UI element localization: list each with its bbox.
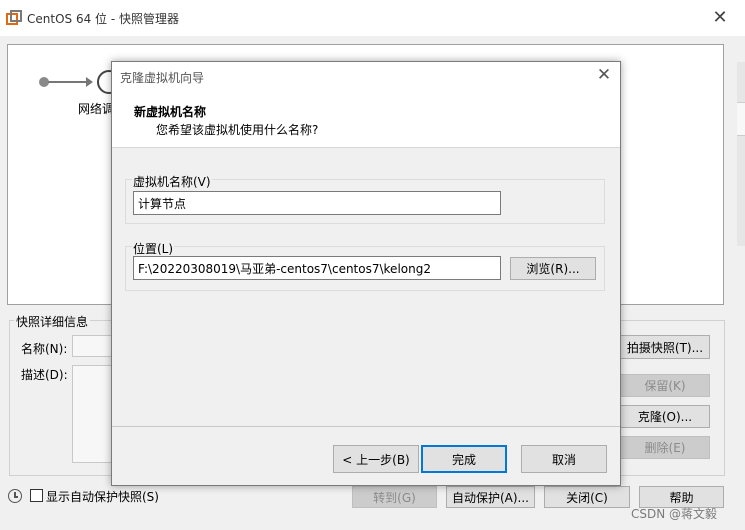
location-label: 位置(L) — [132, 240, 175, 257]
snapshot-details-legend: 快照详细信息 — [14, 313, 91, 330]
snapshot-node-label[interactable]: 网络调 — [78, 100, 114, 117]
clock-hand — [14, 496, 18, 498]
timeline-arrow-icon — [86, 77, 93, 87]
autoprotect-button[interactable]: 自动保护(A)... — [446, 486, 535, 508]
dialog-heading: 新虚拟机名称 — [134, 105, 207, 119]
csdn-watermark: CSDN @蒋文毅 — [631, 507, 718, 521]
delete-button[interactable]: 删除(E) — [620, 436, 710, 459]
scroll-strip-thumb[interactable] — [737, 102, 745, 136]
snapshot-name-label: 名称(N): — [21, 342, 68, 356]
cancel-button[interactable]: 取消 — [521, 445, 607, 473]
dialog-footer-divider — [112, 426, 620, 427]
goto-button[interactable]: 转到(G) — [352, 486, 437, 508]
vm-name-input[interactable]: 计算节点 — [133, 191, 501, 215]
back-button[interactable]: < 上一步(B) — [333, 445, 419, 473]
dialog-subheading: 您希望该虚拟机使用什么名称? — [156, 123, 319, 137]
window-title: CentOS 64 位 - 快照管理器 — [27, 12, 179, 26]
show-autoprotect-checkbox[interactable] — [30, 489, 43, 502]
timeline-connector — [48, 81, 88, 83]
finish-button[interactable]: 完成 — [421, 445, 507, 473]
dialog-close-icon[interactable]: ✕ — [593, 64, 615, 86]
clone-button[interactable]: 克隆(O)... — [620, 405, 710, 428]
keep-button[interactable]: 保留(K) — [620, 374, 710, 397]
snapshot-description-field[interactable] — [72, 365, 116, 463]
dialog-header — [112, 92, 620, 148]
snapshot-name-field[interactable] — [72, 335, 116, 357]
close-button[interactable]: 关闭(C) — [544, 486, 630, 508]
vmware-app-icon — [6, 10, 22, 25]
browse-button[interactable]: 浏览(R)... — [510, 257, 596, 280]
snapshot-description-label: 描述(D): — [21, 368, 68, 382]
take-snapshot-button[interactable]: 拍摄快照(T)... — [620, 335, 710, 359]
scroll-strip — [737, 62, 745, 246]
show-autoprotect-label[interactable]: 显示自动保护快照(S) — [46, 488, 159, 505]
window-close-icon[interactable]: ✕ — [708, 6, 732, 30]
vm-name-label: 虚拟机名称(V) — [132, 173, 212, 190]
dialog-title: 克隆虚拟机向导 — [120, 71, 205, 85]
location-input[interactable]: F:\20220308019\马亚弟-centos7\centos7\kelon… — [133, 256, 501, 280]
